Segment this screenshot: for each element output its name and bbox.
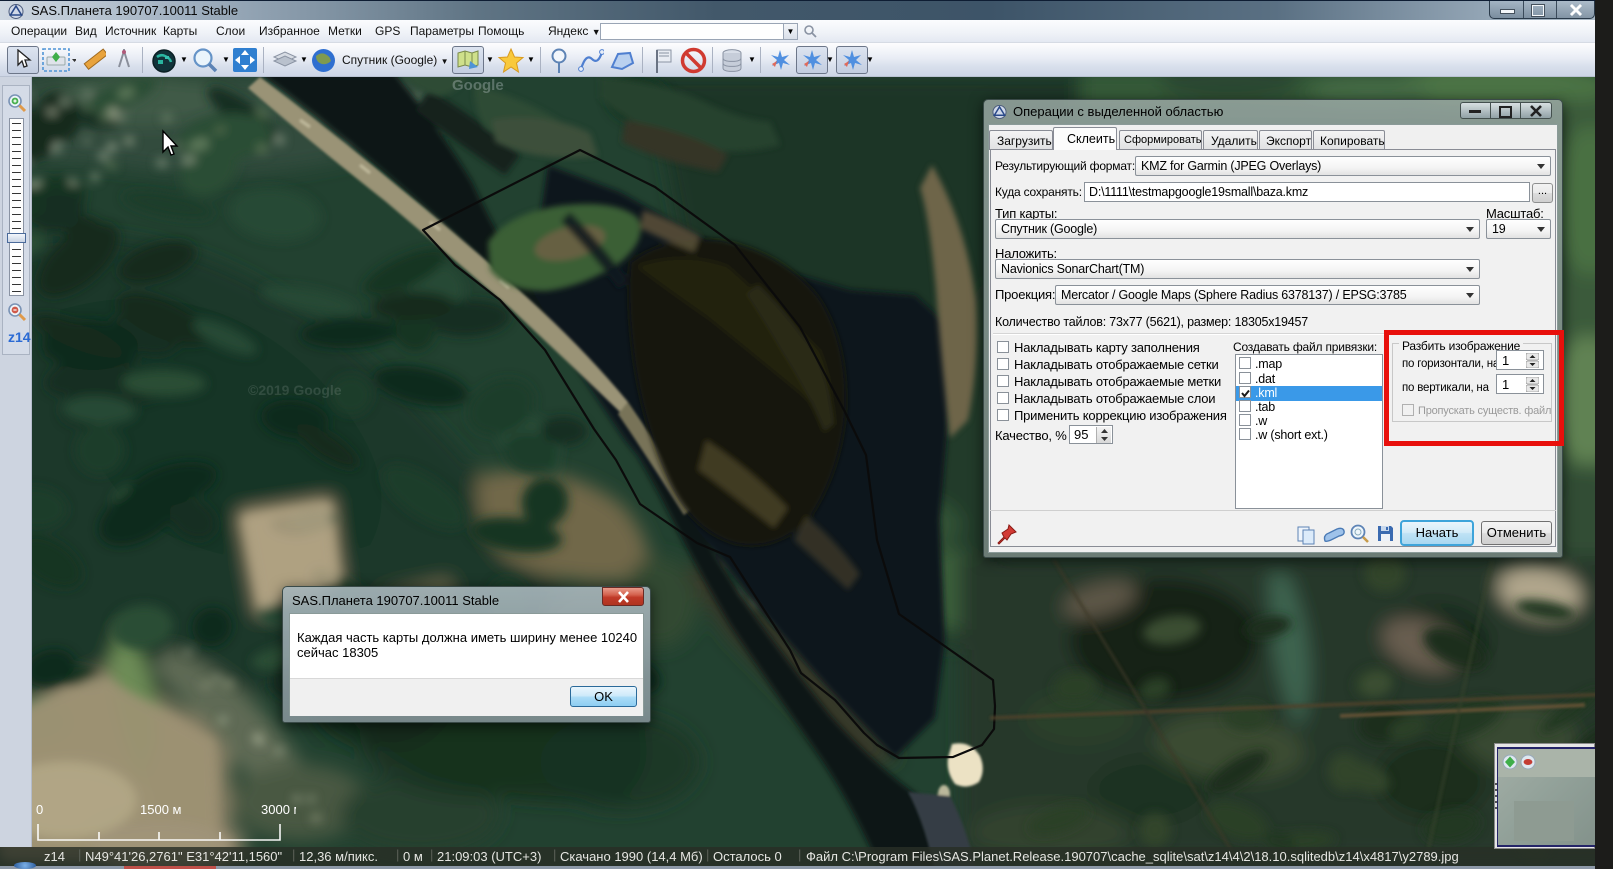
svg-text:3000 м: 3000 м (261, 802, 296, 817)
svg-text:0: 0 (36, 802, 43, 817)
svg-text:Google: Google (452, 77, 504, 94)
svg-text:1500 м: 1500 м (140, 802, 182, 817)
svg-text:©2019 Google: ©2019 Google (248, 382, 342, 398)
